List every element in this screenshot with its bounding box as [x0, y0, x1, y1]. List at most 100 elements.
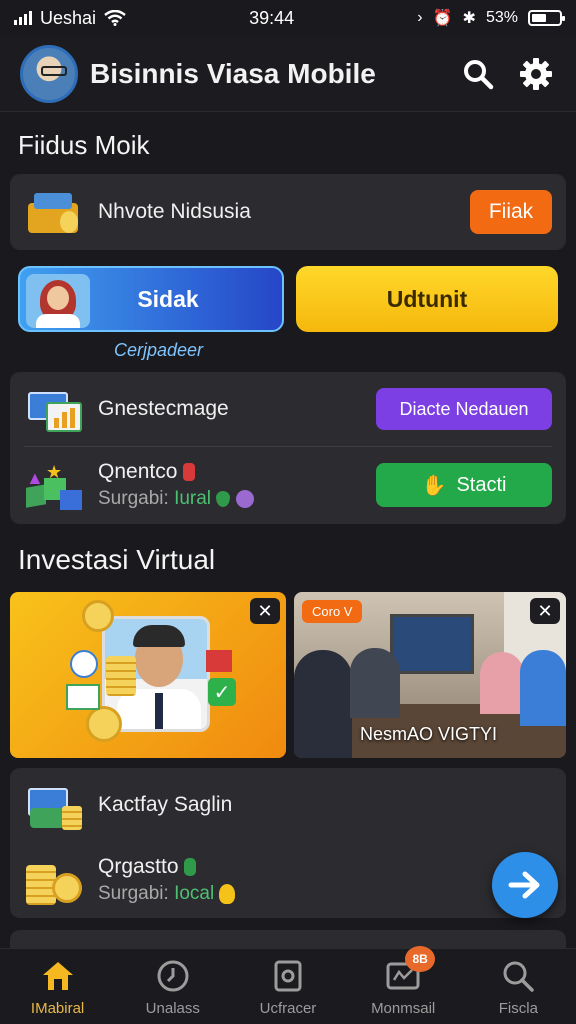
promo-card-meeting[interactable]: Coro V NesmAO VIGTYI ✕: [294, 592, 566, 758]
card-feature-label: Nhvote Nidsusia: [98, 200, 251, 223]
savings-row-2-sub: Surgabi:: [98, 883, 169, 904]
status-bar: Ueshai 39:44 › ⏰ ✱ 53%: [0, 0, 576, 36]
battery-percent: 53%: [485, 9, 518, 26]
person-icon: [480, 652, 524, 714]
screen-display: [390, 614, 474, 674]
shield-icon: [216, 490, 231, 507]
stacti-button[interactable]: ✋ Stacti: [376, 463, 552, 507]
user-portrait-icon: [26, 274, 90, 328]
status-right: › ⏰ ✱ 53%: [417, 8, 565, 28]
udtunit-label: Udtunit: [386, 285, 468, 312]
management-row-2-text: Qnentco Surgabi: Iural: [98, 460, 376, 510]
status-left: Ueshai: [14, 8, 126, 29]
nav-item-label: IMabiral: [30, 1000, 85, 1017]
document-icon: [268, 956, 308, 996]
home-icon: [38, 956, 78, 996]
search-icon: [464, 59, 494, 89]
fiiak-button[interactable]: Fiiak: [470, 190, 552, 234]
gear-icon: [520, 57, 552, 90]
management-row-2-subline: Surgabi: Iural: [98, 488, 376, 510]
arrow-right-icon: [508, 871, 540, 899]
nav-item-messages[interactable]: 8B Monmsail: [348, 946, 458, 1017]
savings-row-2-text: Qrgastto Surgabi: Iocal: [98, 855, 552, 905]
signal-icon: [14, 11, 32, 25]
forward-fab-button[interactable]: [492, 852, 558, 918]
cubes-icon: ★ ▲: [24, 460, 84, 510]
management-row-1-label: Gnestecmage: [98, 397, 229, 420]
management-row-2[interactable]: ★ ▲ Qnentco Surgabi: Iural ✋ Stacti: [10, 447, 566, 523]
management-row-2-sub-value: Iural: [174, 488, 212, 509]
nav-item-transfer[interactable]: Ucfracer: [233, 956, 343, 1017]
savings-row-2-sub-value: Iocal: [174, 883, 215, 904]
stacti-label: Stacti: [456, 473, 507, 496]
battery-level: [531, 14, 546, 22]
hand-icon: ✋: [421, 474, 447, 497]
avatar[interactable]: [20, 44, 78, 103]
notification-badge: 8B: [405, 946, 436, 972]
person-icon: [294, 650, 352, 758]
chart-board-icon: [24, 384, 84, 434]
coin-stack-icon: [106, 656, 136, 696]
treasure-chest-icon: [24, 187, 84, 237]
section-title-investment: Investasi Virtual: [18, 544, 216, 575]
flag-icon: [206, 650, 232, 672]
coin-icon: [86, 706, 122, 742]
udtunit-button[interactable]: Udtunit: [296, 266, 558, 332]
alert-badge-icon: [183, 463, 196, 482]
calculator-icon: 8B: [383, 946, 436, 996]
nav-item-label: Ucfracer: [259, 1000, 317, 1017]
promo-tag: Coro V: [302, 600, 363, 623]
diacte-button[interactable]: Diacte Nedauen: [376, 388, 552, 430]
promo-card-advisor[interactable]: ✓ ✕: [10, 592, 286, 758]
savings-row-2-subline: Surgabi: Iocal: [98, 883, 552, 905]
check-icon: ✓: [208, 678, 236, 706]
growth-icon: [70, 650, 98, 678]
location-icon: ›: [417, 9, 423, 26]
search-button[interactable]: [458, 54, 498, 94]
card-management: Gnestecmage Diacte Nedauen ★ ▲ Qnentco S…: [10, 372, 566, 524]
card-feature: Nhvote Nidsusia Fiiak: [10, 174, 566, 250]
person-icon: [520, 650, 566, 726]
caption-link[interactable]: Cerjpadeer: [114, 340, 203, 361]
promo-caption: NesmAO VIGTYI: [360, 724, 498, 744]
bottom-nav: IMabiral Unalass Ucfracer 8B Monmsail Fi…: [0, 946, 576, 1024]
sidak-button[interactable]: Sidak: [18, 266, 284, 332]
nav-item-label: Fiscla: [498, 1000, 538, 1017]
search-icon: [498, 956, 538, 996]
alarm-icon: ⏰: [432, 10, 453, 27]
sidak-label: Sidak: [137, 285, 199, 312]
wifi-icon: [104, 10, 126, 26]
nav-item-search[interactable]: Fiscla: [463, 956, 573, 1017]
close-promo-meeting-button[interactable]: ✕: [530, 598, 560, 624]
card-savings: Kactfay Saglin Qrgastto Surgabi: Iocal: [10, 768, 566, 918]
nav-item-home[interactable]: IMabiral: [3, 956, 113, 1017]
savings-row-2-title: Qrgastto: [98, 855, 552, 879]
savings-row-1[interactable]: Kactfay Saglin: [10, 768, 566, 842]
gem-icon: [235, 489, 254, 508]
clock: 39:44: [249, 7, 295, 28]
settings-button[interactable]: [516, 54, 556, 94]
nav-item-analytics[interactable]: Unalass: [118, 956, 228, 1017]
app-header: Bisinnis Viasa Mobile: [0, 36, 576, 112]
close-promo-advisor-button[interactable]: ✕: [250, 598, 280, 624]
management-row-2-title: Qnentco: [98, 460, 376, 484]
person-icon: [350, 648, 400, 718]
shield-icon: [184, 858, 197, 877]
carrier-name: Ueshai: [40, 7, 97, 28]
wallet-icon: [24, 780, 84, 830]
app-title: Bisinnis Viasa Mobile: [90, 57, 376, 89]
lightbulb-icon: [219, 883, 236, 904]
battery-icon: [527, 10, 565, 26]
savings-row-2[interactable]: Qrgastto Surgabi: Iocal: [10, 842, 566, 918]
nav-item-label: Monmsail: [371, 1000, 436, 1017]
management-row-2-label: Qnentco: [98, 460, 178, 483]
card-feature-row[interactable]: Nhvote Nidsusia Fiiak: [10, 174, 566, 250]
management-row-1[interactable]: Gnestecmage Diacte Nedauen: [10, 372, 566, 446]
savings-row-2-label: Qrgastto: [98, 855, 179, 878]
management-row-2-sub: Surgabi:: [98, 488, 169, 509]
chart-icon: [66, 684, 100, 710]
section-title-features: Fiidus Moik: [18, 130, 150, 160]
bluetooth-icon: ✱: [462, 10, 476, 27]
clock-icon: [153, 956, 193, 996]
nav-item-label: Unalass: [145, 1000, 200, 1017]
